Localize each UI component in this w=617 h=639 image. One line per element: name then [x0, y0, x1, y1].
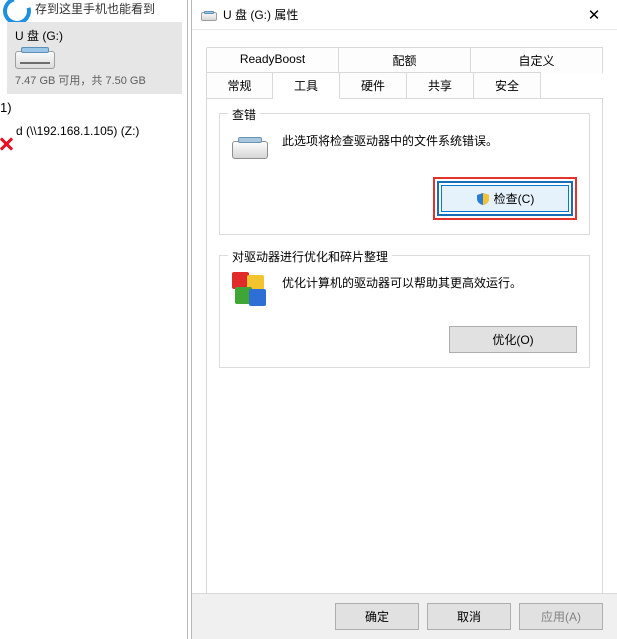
tab-custom[interactable]: 自定义: [471, 47, 603, 73]
close-button[interactable]: ✕: [571, 0, 617, 30]
tab-readyboost[interactable]: ReadyBoost: [206, 47, 339, 73]
disconnected-icon: [0, 136, 14, 152]
ok-button[interactable]: 确定: [335, 603, 419, 630]
cancel-button[interactable]: 取消: [427, 603, 511, 630]
tab-hardware[interactable]: 硬件: [340, 72, 407, 98]
drive-subtitle: 7.47 GB 可用，共 7.50 GB: [15, 72, 146, 88]
dialog-footer: 确定 取消 应用(A): [192, 593, 617, 639]
defrag-icon: [232, 272, 268, 308]
fieldset-check-error: 查错 此选项将检查驱动器中的文件系统错误。 检查(C): [219, 113, 590, 235]
tab-tools[interactable]: 工具: [273, 72, 340, 99]
tab-sharing[interactable]: 共享: [407, 72, 474, 98]
drive-title: U 盘 (G:): [15, 27, 63, 44]
drive-icon: [232, 135, 268, 159]
shield-icon: [476, 192, 490, 206]
usb-drive-icon: [15, 45, 55, 69]
tab-security[interactable]: 安全: [474, 72, 541, 98]
check-button-label: 检查(C): [494, 190, 535, 207]
legend-defrag: 对驱动器进行优化和碎片整理: [228, 248, 392, 265]
title-bar: U 盘 (G:) 属性 ✕: [192, 0, 617, 30]
optimize-button[interactable]: 优化(O): [449, 326, 577, 353]
network-drive-item[interactable]: d (\\192.168.1.105) (Z:): [16, 124, 139, 138]
check-error-desc: 此选项将检查驱动器中的文件系统错误。: [282, 130, 498, 149]
section-label: 1): [0, 100, 12, 115]
dialog-title: U 盘 (G:) 属性: [223, 6, 298, 23]
drive-card-usb[interactable]: U 盘 (G:) 7.47 GB 可用，共 7.50 GB: [7, 22, 182, 94]
tab-quota[interactable]: 配额: [339, 47, 471, 73]
hint-text: 存到这里手机也能看到: [35, 0, 155, 17]
legend-check-error: 查错: [228, 106, 260, 123]
properties-dialog: U 盘 (G:) 属性 ✕ ReadyBoost 配额 自定义 常规 工具 硬件…: [191, 0, 617, 639]
tab-panel-tools: 查错 此选项将检查驱动器中的文件系统错误。 检查(C): [206, 98, 603, 630]
drive-icon: [201, 9, 217, 21]
network-drive-label: d (\\192.168.1.105) (Z:): [16, 124, 139, 138]
tab-general[interactable]: 常规: [206, 72, 273, 98]
check-button[interactable]: 检查(C): [441, 185, 569, 212]
apply-button[interactable]: 应用(A): [519, 603, 603, 630]
fieldset-defrag: 对驱动器进行优化和碎片整理 优化计算机的驱动器可以帮助其更高效运行。 优化(O): [219, 255, 590, 368]
defrag-desc: 优化计算机的驱动器可以帮助其更高效运行。: [282, 272, 522, 291]
